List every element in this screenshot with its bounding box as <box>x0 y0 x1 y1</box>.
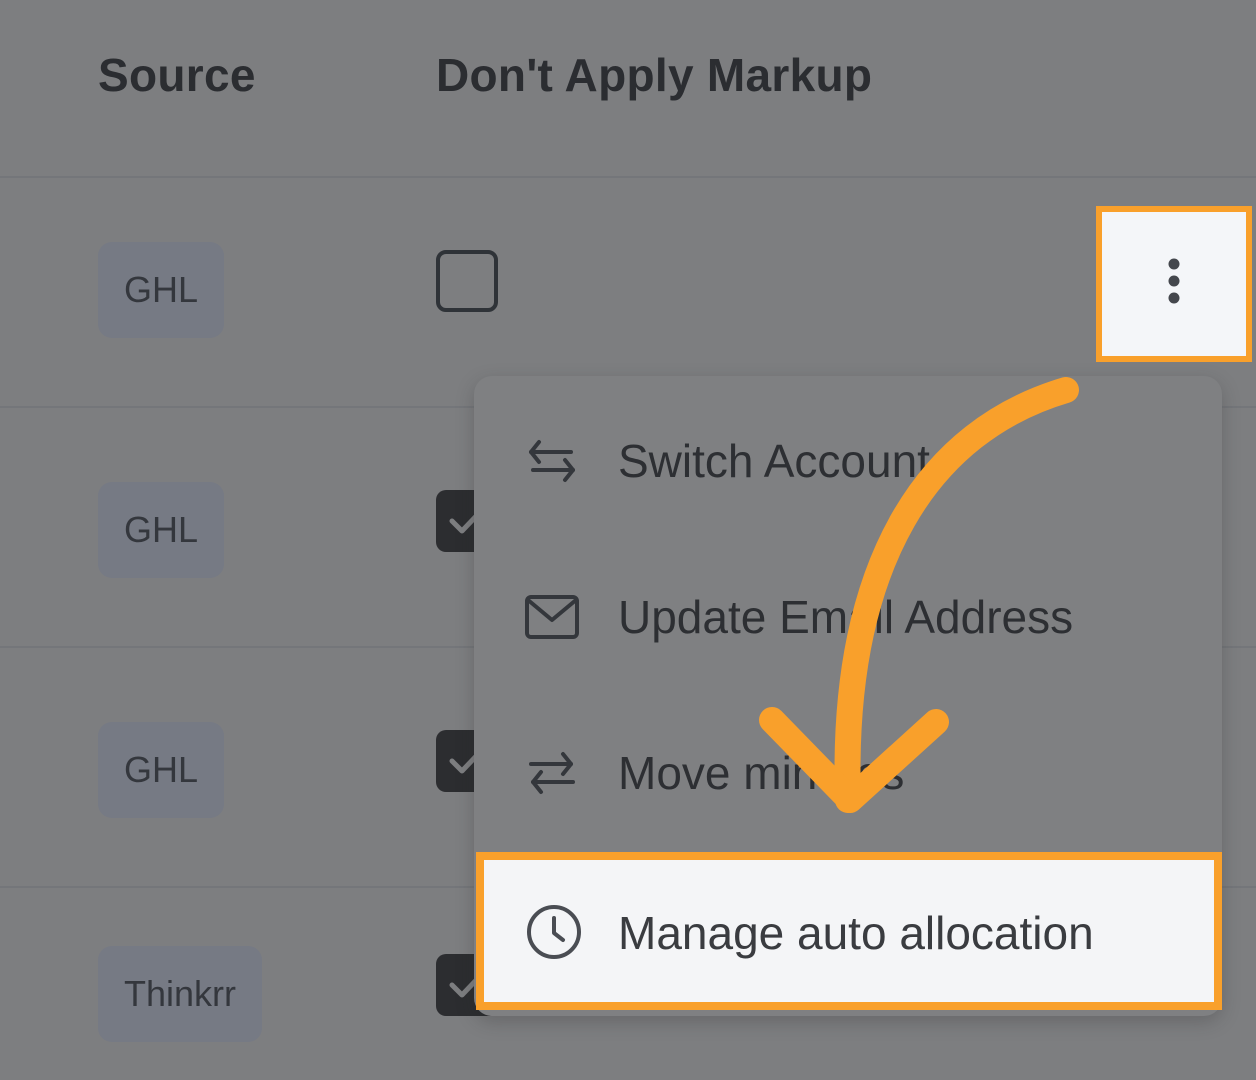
source-badge: GHL <box>98 482 225 578</box>
row-actions-highlight <box>1096 206 1252 362</box>
screen: Source Don't Apply Markup GHL GHL GHL Th… <box>0 0 1256 1080</box>
clock-icon <box>524 902 584 962</box>
menu-item-move-minutes[interactable]: Move minutes <box>474 728 1222 818</box>
envelope-icon <box>524 589 580 645</box>
row-divider <box>0 176 1256 178</box>
row-actions-button[interactable] <box>1108 218 1240 350</box>
menu-item-label: Update Email Address <box>618 591 1074 643</box>
column-header-source: Source <box>98 49 256 101</box>
menu-item-label: Move minutes <box>618 747 905 799</box>
menu-item-manage-auto-allocation[interactable]: Manage auto allocation <box>476 852 1222 1010</box>
source-badge: Thinkrr <box>98 946 263 1042</box>
menu-item-label: Switch Account <box>618 435 930 487</box>
menu-item-label: Manage auto allocation <box>618 907 1094 959</box>
transfer-arrows-icon <box>524 745 580 801</box>
dont-apply-markup-checkbox[interactable] <box>436 250 498 312</box>
menu-item-update-email[interactable]: Update Email Address <box>474 572 1222 662</box>
switch-arrows-icon <box>524 433 580 489</box>
source-badge: GHL <box>98 722 225 818</box>
column-header-dont-apply-markup: Don't Apply Markup <box>436 49 873 101</box>
menu-item-switch-account[interactable]: Switch Account <box>474 416 1222 506</box>
source-badge: GHL <box>98 242 225 338</box>
kebab-vertical-icon <box>1168 258 1180 304</box>
